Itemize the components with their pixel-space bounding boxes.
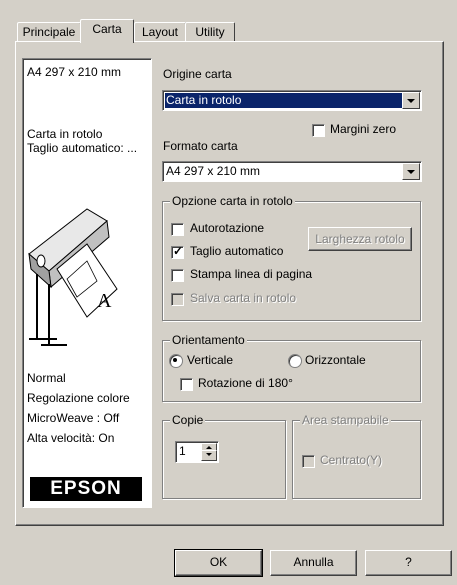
roll-width-button[interactable]: Larghezza rotolo [308,227,412,251]
help-button[interactable]: ? [365,550,452,576]
info-source-line2: Taglio automatico: ... [27,141,138,155]
settings-preview-panel: A4 297 x 210 mm Carta in rotolo Taglio a… [22,58,152,508]
paper-source-value: Carta in rotolo [165,93,402,108]
info-color: Regolazione colore [27,391,130,405]
info-paper-size: A4 297 x 210 mm [27,65,122,79]
copies-title: Copie [170,413,206,427]
portrait-radio[interactable] [169,354,183,368]
autocut-label: Taglio automatico [190,244,284,258]
decrement-icon[interactable] [201,450,217,461]
orientation-group: Orientamento [162,333,421,402]
copies-value: 1 [179,444,186,458]
roll-width-label: Larghezza rotolo [315,232,405,246]
info-microweave: MicroWeave : Off [27,411,120,425]
orientation-title: Orientamento [170,333,247,347]
epson-logo: EPSON [30,477,142,501]
portrait-label: Verticale [187,353,234,367]
landscape-label: Orizzontale [305,353,366,367]
zero-margins-checkbox[interactable] [312,124,325,137]
autocut-checkbox[interactable] [171,244,184,259]
chevron-down-icon[interactable] [402,163,420,180]
centered-label: Centrato(Y) [320,453,383,467]
info-speed: Alta velocità: On [27,431,115,445]
help-label: ? [405,555,412,569]
info-source-line1: Carta in rotolo [27,127,103,141]
print-page-line-checkbox[interactable] [171,269,184,282]
print-page-line-label: Stampa linea di pagina [190,267,313,281]
printable-area-title: Area stampabile [300,413,391,427]
rotate180-checkbox[interactable] [180,378,193,391]
cancel-button[interactable]: Annulla [270,550,357,576]
rotate180-label: Rotazione di 180° [198,376,293,390]
centered-checkbox[interactable] [302,455,315,468]
roll-options-title: Opzione carta in rotolo [170,194,295,208]
landscape-radio[interactable] [288,354,302,368]
paper-size-value: A4 297 x 210 mm [166,164,261,178]
autorotate-checkbox[interactable] [171,223,184,236]
ok-label: OK [209,555,228,569]
zero-margins-label: Margini zero [330,122,397,136]
paper-size-dropdown[interactable]: A4 297 x 210 mm [162,161,422,182]
save-roll-checkbox[interactable] [171,293,184,306]
chevron-down-icon[interactable] [402,92,420,109]
save-roll-label: Salva carta in rotolo [190,291,297,305]
paper-source-dropdown[interactable]: Carta in rotolo [162,90,422,111]
paper-source-label: Origine carta [163,67,232,81]
svg-text:A: A [97,290,112,312]
copies-stepper[interactable]: 1 [175,441,219,463]
printer-illustration: A [28,208,118,346]
cancel-label: Annulla [293,555,334,569]
paper-size-label: Formato carta [163,139,238,153]
ok-button[interactable]: OK [174,549,263,577]
info-mode: Normal [27,371,66,385]
autorotate-label: Autorotazione [190,221,265,235]
